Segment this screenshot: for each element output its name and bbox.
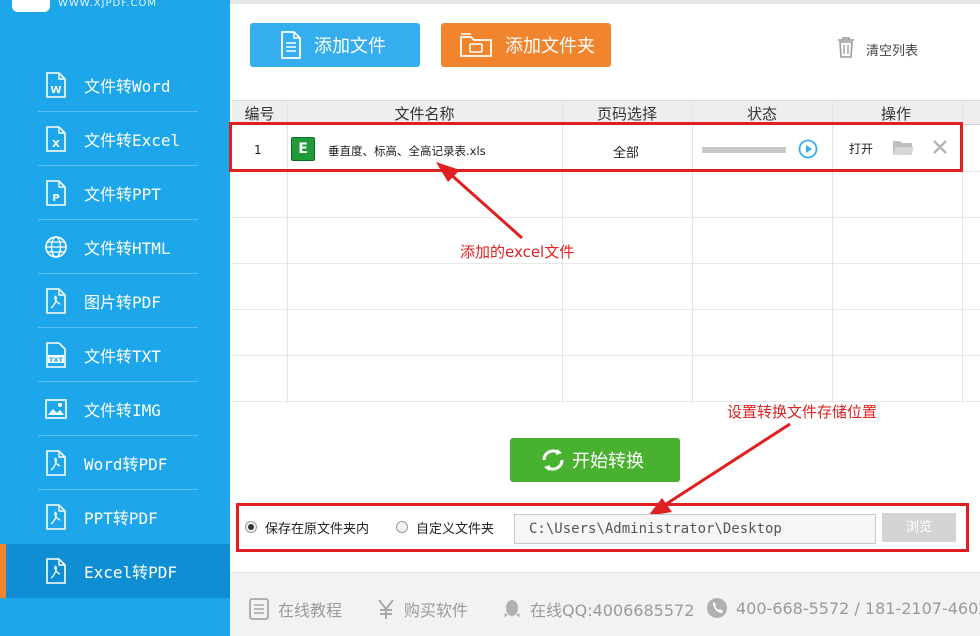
clear-list-label: 清空列表 (866, 43, 919, 59)
sidebar-item-label: Excel转PDF (84, 563, 178, 582)
footer: 在线教程 购买软件 在线QQ:4006685572 400-668-5572 /… (230, 572, 980, 636)
sidebar-item-to-ppt[interactable]: P 文件转PPT (0, 166, 230, 220)
logo-icon (12, 0, 50, 12)
excel-file-icon: X (44, 126, 68, 152)
globe-icon (44, 234, 68, 260)
radio-save-original-label[interactable]: 保存在原文件夹内 (265, 518, 369, 537)
output-path-input[interactable]: C:\Users\Administrator\Desktop (514, 514, 876, 544)
top-divider (230, 0, 980, 4)
txt-file-icon: TXT (44, 342, 68, 368)
image-icon (44, 396, 68, 422)
sidebar-item-to-txt[interactable]: TXT 文件转TXT (0, 328, 230, 382)
sidebar-item-word-to-pdf[interactable]: Word转PDF (0, 436, 230, 490)
radio-save-custom-label[interactable]: 自定义文件夹 (416, 518, 494, 537)
annotation-save-location: 设置转换文件存储位置 (727, 403, 878, 421)
svg-text:X: X (52, 139, 60, 150)
pdf-file-icon (44, 504, 68, 530)
sidebar-item-to-img[interactable]: 文件转IMG (0, 382, 230, 436)
word-file-icon: W (44, 72, 68, 98)
pdf-file-icon (44, 288, 68, 314)
svg-text:W: W (50, 85, 61, 96)
document-icon (248, 598, 270, 620)
annotation-highlight-row (229, 122, 963, 172)
yen-icon (376, 598, 396, 620)
pdf-file-icon (44, 450, 68, 476)
pdf-file-icon (44, 558, 68, 584)
online-qq-link[interactable]: 在线QQ:4006685572 (502, 597, 694, 621)
radio-save-original[interactable] (245, 521, 257, 533)
add-file-button[interactable]: 添加文件 (250, 23, 420, 67)
clear-list-button[interactable]: 清空列表 (836, 36, 918, 62)
sidebar-item-label: PPT转PDF (84, 509, 158, 528)
start-convert-label: 开始转换 (572, 451, 644, 472)
add-folder-button[interactable]: 添加文件夹 (441, 23, 611, 67)
sidebar: WWW.XJPDF.COM W 文件转Word X 文件转Excel P 文件转… (0, 0, 230, 636)
browse-button[interactable]: 浏览 (882, 513, 956, 542)
sidebar-item-label: 文件转PPT (84, 185, 161, 204)
sidebar-item-to-word[interactable]: W 文件转Word (0, 58, 230, 112)
sidebar-item-label: 文件转TXT (84, 347, 161, 366)
radio-save-custom[interactable] (396, 521, 408, 533)
sidebar-item-to-excel[interactable]: X 文件转Excel (0, 112, 230, 166)
online-tutorial-link[interactable]: 在线教程 (248, 597, 342, 621)
add-file-label: 添加文件 (314, 36, 386, 57)
start-convert-button[interactable]: 开始转换 (510, 438, 680, 482)
online-qq-label: 在线QQ:4006685572 (530, 601, 695, 620)
refresh-icon (540, 447, 566, 478)
sidebar-item-label: 图片转PDF (84, 293, 161, 312)
ppt-file-icon: P (44, 180, 68, 206)
svg-text:P: P (52, 193, 59, 204)
sidebar-item-image-to-pdf[interactable]: 图片转PDF (0, 274, 230, 328)
annotation-added-file: 添加的excel文件 (460, 243, 575, 261)
sidebar-item-ppt-to-pdf[interactable]: PPT转PDF (0, 490, 230, 544)
svg-text:TXT: TXT (49, 356, 63, 364)
phone-label: 400-668-5572 / 181-2107-4602 (736, 598, 980, 618)
sidebar-item-label: Word转PDF (84, 455, 168, 474)
sidebar-item-excel-to-pdf[interactable]: Excel转PDF (0, 544, 230, 598)
add-folder-label: 添加文件夹 (505, 36, 595, 57)
buy-software-link[interactable]: 购买软件 (376, 597, 468, 621)
online-tutorial-label: 在线教程 (278, 601, 343, 620)
logo-text: WWW.XJPDF.COM (58, 0, 158, 9)
phone-contact: 400-668-5572 / 181-2107-4602 (706, 597, 980, 619)
sidebar-item-to-html[interactable]: 文件转HTML (0, 220, 230, 274)
buy-software-label: 购买软件 (404, 601, 469, 620)
document-icon (280, 31, 302, 64)
sidebar-item-label: 文件转Excel (84, 131, 181, 150)
phone-icon (706, 597, 728, 619)
folder-icon (459, 32, 493, 63)
sidebar-item-label: 文件转HTML (84, 239, 171, 258)
qq-icon (502, 598, 522, 620)
trash-icon (836, 36, 856, 62)
sidebar-item-label: 文件转IMG (84, 401, 161, 420)
logo-area: WWW.XJPDF.COM (0, 0, 230, 58)
sidebar-item-label: 文件转Word (84, 77, 171, 96)
